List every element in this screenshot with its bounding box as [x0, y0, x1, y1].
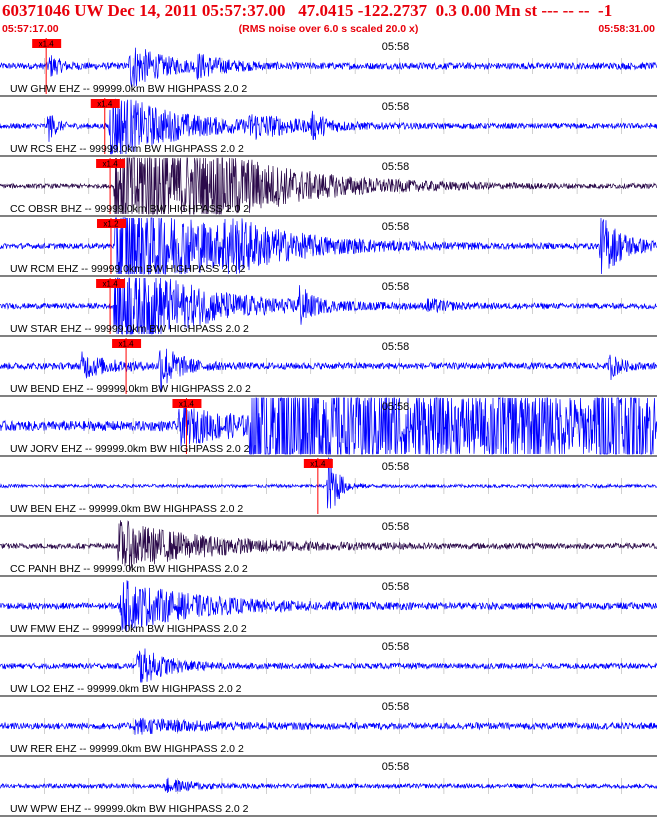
- x-tick-label: 05:58: [382, 581, 410, 593]
- trace-panel: x1.2 05:58 UW RCM EHZ -- 99999.0km BW HIGH…: [0, 217, 657, 277]
- station-label: UW RER EHZ -- 99999.0km BW HIGHPASS 2.0 …: [10, 743, 244, 755]
- station-label: UW RCM EHZ -- 99999.0km BW HIGHPASS 2.0 …: [10, 263, 246, 275]
- station-label: UW BEND EHZ -- 99999.0km BW HIGHPASS 2.0…: [10, 383, 251, 395]
- trace-panel: 05:58 CC PANH BHZ -- 99999.0km BW HIGHPAS…: [0, 520, 657, 577]
- end-time: 05:58:31.00: [598, 23, 655, 35]
- pick-label: x1.4: [97, 100, 113, 109]
- station-label: UW JORV EHZ -- 99999.0km BW HIGHPASS 2.0…: [10, 443, 250, 455]
- station-label: UW BEN EHZ -- 99999.0km BW HIGHPASS 2.0 …: [10, 503, 243, 515]
- pick-label: x1.4: [103, 280, 119, 289]
- trace-panel: x1.4 05:58 UW GHW EHZ -- 99999.0km BW HIGH…: [0, 38, 657, 97]
- x-tick-label: 05:58: [382, 701, 410, 713]
- x-tick-label: 05:58: [382, 41, 410, 53]
- trace-panel: x1.4 05:58 UW STAR EHZ -- 99999.0km BW HIG…: [0, 277, 657, 337]
- x-tick-label: 05:58: [382, 641, 410, 653]
- waveform-trace: [0, 47, 657, 87]
- x-tick-label: 05:58: [382, 161, 410, 173]
- waveform-trace: [0, 648, 657, 683]
- trace-panel: 05:58 UW LO2 EHZ -- 99999.0km BW HIGHPASS…: [0, 641, 657, 697]
- trace-panel: x1.4 05:58 UW BEN EHZ -- 99999.0km BW HIGH…: [0, 457, 657, 517]
- pick-label: x1.4: [310, 460, 326, 469]
- scale-note: (RMS noise over 6.0 s scaled 20.0 x): [238, 23, 419, 35]
- pick-label: x1.4: [179, 400, 195, 409]
- station-label: UW FMW EHZ -- 99999.0km BW HIGHPASS 2.0 …: [10, 623, 247, 635]
- x-tick-label: 05:58: [382, 221, 410, 233]
- waveform-trace: [0, 777, 657, 794]
- trace-panel: x1.4 05:58 UW JORV EHZ -- 99999.0km BW HIG…: [0, 396, 657, 457]
- x-tick-label: 05:58: [382, 461, 410, 473]
- station-label: UW STAR EHZ -- 99999.0km BW HIGHPASS 2.0…: [10, 323, 249, 335]
- station-label: UW RCS EHZ -- 99999.0km BW HIGHPASS 2.0 …: [10, 143, 244, 155]
- x-tick-label: 05:58: [382, 401, 410, 413]
- x-tick-label: 05:58: [382, 521, 410, 533]
- event-header: 60371046 UW Dec 14, 2011 05:57:37.00 47.…: [2, 1, 613, 20]
- pick-label: x1.4: [103, 160, 119, 169]
- trace-panel: 05:58 UW WPW EHZ -- 99999.0km BW HIGHPASS…: [0, 761, 657, 817]
- time-range-bar: 05:57:17.00 (RMS noise over 6.0 s scaled…: [0, 22, 657, 36]
- trace-panel: x1.4 05:58 UW BEND EHZ -- 99999.0km BW HIG…: [0, 338, 657, 397]
- seismogram-plot: x1.4 05:58 UW GHW EHZ -- 99999.0km BW HIGH…: [0, 38, 657, 817]
- trace-panel: 05:58 UW RER EHZ -- 99999.0km BW HIGHPASS…: [0, 701, 657, 757]
- pick-label: x1.4: [119, 340, 135, 349]
- station-label: CC PANH BHZ -- 99999.0km BW HIGHPASS 2.0…: [10, 563, 248, 575]
- station-label: UW GHW EHZ -- 99999.0km BW HIGHPASS 2.0 …: [10, 83, 247, 95]
- x-tick-label: 05:58: [382, 281, 410, 293]
- trace-panel: x1.4 05:58 CC OBSR BHZ -- 99999.0km BW HIG…: [0, 157, 657, 217]
- x-tick-label: 05:58: [382, 761, 410, 773]
- station-label: UW WPW EHZ -- 99999.0km BW HIGHPASS 2.0 …: [10, 803, 249, 815]
- waveform-trace: [0, 717, 657, 735]
- trace-panel: 05:58 UW FMW EHZ -- 99999.0km BW HIGHPASS…: [0, 580, 657, 637]
- station-label: CC OBSR BHZ -- 99999.0km BW HIGHPASS 2.0…: [10, 203, 249, 215]
- pick-label: x1.2: [103, 220, 119, 229]
- x-tick-label: 05:58: [382, 341, 410, 353]
- x-tick-label: 05:58: [382, 101, 410, 113]
- trace-panel: x1.4 05:58 UW RCS EHZ -- 99999.0km BW HIGH…: [0, 98, 657, 157]
- pick-label: x1.4: [39, 40, 55, 49]
- station-label: UW LO2 EHZ -- 99999.0km BW HIGHPASS 2.0 …: [10, 683, 242, 695]
